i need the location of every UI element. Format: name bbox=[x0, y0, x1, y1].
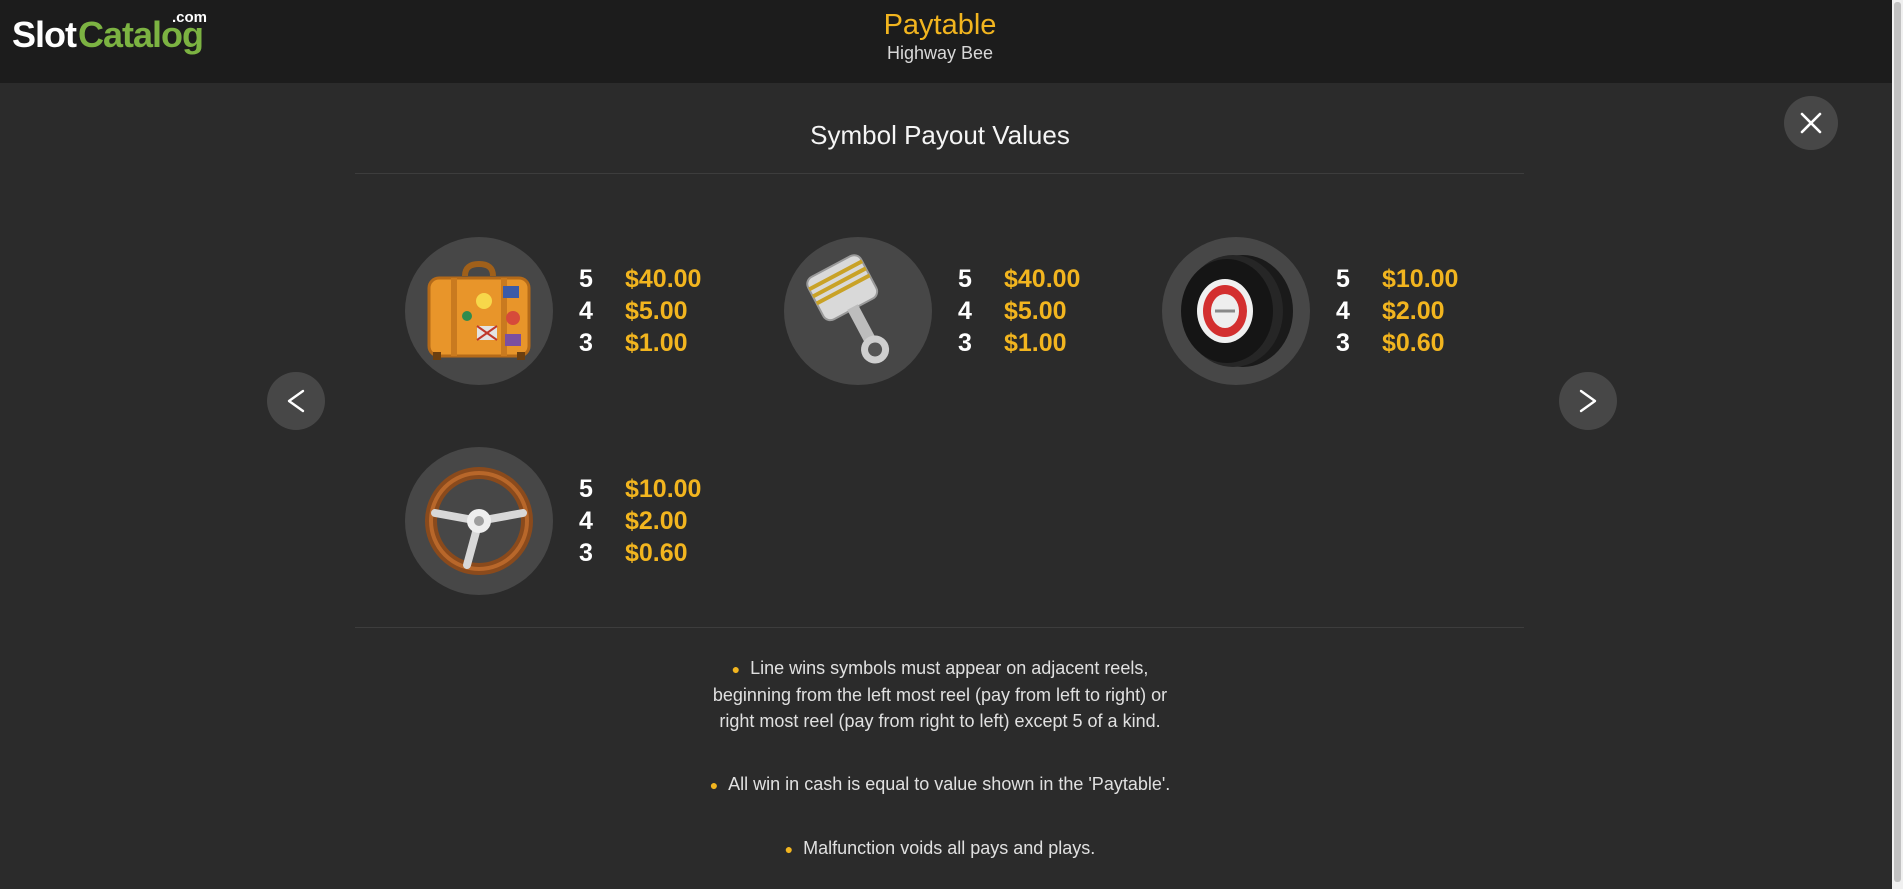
chevron-right-icon bbox=[1579, 389, 1597, 413]
pay-row: 5 $40.00 bbox=[958, 263, 1080, 295]
pay-row: 4 $5.00 bbox=[579, 295, 701, 327]
scrollbar-thumb[interactable] bbox=[1894, 2, 1901, 882]
symbol-suitcase-pays: 5 $40.00 4 $5.00 3 $1.00 bbox=[579, 263, 701, 359]
pay-row: 3 $0.60 bbox=[579, 537, 701, 569]
pay-count: 4 bbox=[579, 506, 593, 535]
scrollbar[interactable] bbox=[1892, 0, 1903, 889]
pay-value: $1.00 bbox=[625, 328, 688, 357]
pay-count: 4 bbox=[579, 296, 593, 325]
bullet-icon: ● bbox=[709, 777, 719, 793]
rules-list: ● Line wins symbols must appear on adjace… bbox=[0, 655, 1880, 889]
steering-wheel-icon bbox=[425, 467, 533, 575]
page-title: Paytable bbox=[883, 9, 997, 41]
pay-row: 5 $10.00 bbox=[579, 473, 701, 505]
rule-line: beginning from the left most reel (pay f… bbox=[712, 685, 1168, 705]
pay-count: 5 bbox=[579, 474, 593, 503]
suitcase-icon bbox=[427, 260, 531, 360]
pay-count: 3 bbox=[579, 538, 593, 567]
pay-value: $2.00 bbox=[1382, 296, 1445, 325]
pay-row: 3 $1.00 bbox=[958, 327, 1080, 359]
rule-item: ● Line wins symbols must appear on adjace… bbox=[0, 655, 1880, 734]
symbol-steering-wheel: 5 $10.00 4 $2.00 3 $0.60 bbox=[405, 447, 701, 595]
symbol-piston-image bbox=[784, 237, 932, 385]
pay-row: 4 $5.00 bbox=[958, 295, 1080, 327]
chevron-left-icon bbox=[287, 389, 305, 413]
pay-value: $10.00 bbox=[1382, 264, 1459, 293]
pay-count: 5 bbox=[958, 264, 972, 293]
symbol-suitcase-image bbox=[405, 237, 553, 385]
bottom-divider bbox=[355, 627, 1524, 628]
pay-row: 4 $2.00 bbox=[1336, 295, 1458, 327]
pay-count: 5 bbox=[1336, 264, 1350, 293]
pay-row: 3 $1.00 bbox=[579, 327, 701, 359]
symbol-piston: 5 $40.00 4 $5.00 3 $1.00 bbox=[784, 237, 1080, 385]
pay-count: 4 bbox=[958, 296, 972, 325]
pay-value: $1.00 bbox=[1004, 328, 1067, 357]
symbol-steering-wheel-pays: 5 $10.00 4 $2.00 3 $0.60 bbox=[579, 473, 701, 569]
pay-value: $0.60 bbox=[625, 538, 688, 567]
section-title: Symbol Payout Values bbox=[810, 120, 1070, 150]
top-bar: Slot Catalog .com Paytable Highway Bee bbox=[0, 0, 1892, 83]
pay-row: 4 $2.00 bbox=[579, 505, 701, 537]
symbol-piston-pays: 5 $40.00 4 $5.00 3 $1.00 bbox=[958, 263, 1080, 359]
bullet-icon: ● bbox=[731, 661, 741, 677]
game-name: Highway Bee bbox=[886, 43, 994, 63]
pay-count: 3 bbox=[1336, 328, 1350, 357]
rule-item: ● All win in cash is equal to value shown… bbox=[0, 771, 1880, 798]
pay-row: 5 $10.00 bbox=[1336, 263, 1458, 295]
top-divider bbox=[355, 173, 1524, 174]
pay-row: 3 $0.60 bbox=[1336, 327, 1458, 359]
next-page-button[interactable] bbox=[1559, 372, 1617, 430]
symbol-steering-wheel-image bbox=[405, 447, 553, 595]
pay-count: 5 bbox=[579, 264, 593, 293]
pay-value: $0.60 bbox=[1382, 328, 1445, 357]
rule-line: Malfunction voids all pays and plays. bbox=[803, 838, 1096, 858]
pay-row: 5 $40.00 bbox=[579, 263, 701, 295]
rule-item: ● Malfunction voids all pays and plays. bbox=[0, 835, 1880, 862]
bullet-icon: ● bbox=[784, 841, 794, 857]
pay-count: 3 bbox=[579, 328, 593, 357]
pay-count: 4 bbox=[1336, 296, 1350, 325]
pay-value: $40.00 bbox=[1004, 264, 1081, 293]
pay-value: $40.00 bbox=[625, 264, 702, 293]
pay-value: $2.00 bbox=[625, 506, 688, 535]
rule-line: right most reel (pay from right to left)… bbox=[719, 711, 1161, 731]
rule-line: Line wins symbols must appear on adjacen… bbox=[750, 658, 1149, 678]
pay-value: $10.00 bbox=[625, 474, 702, 503]
symbol-suitcase: 5 $40.00 4 $5.00 3 $1.00 bbox=[405, 237, 701, 385]
header-titles: Paytable Highway Bee bbox=[0, 8, 1880, 64]
tire-icon bbox=[1181, 255, 1293, 367]
piston-icon bbox=[806, 254, 890, 364]
pay-value: $5.00 bbox=[1004, 296, 1067, 325]
pay-value: $5.00 bbox=[625, 296, 688, 325]
symbol-tire-image bbox=[1162, 237, 1310, 385]
symbol-tire: 5 $10.00 4 $2.00 3 $0.60 bbox=[1162, 237, 1458, 385]
symbol-tire-pays: 5 $10.00 4 $2.00 3 $0.60 bbox=[1336, 263, 1458, 359]
pay-count: 3 bbox=[958, 328, 972, 357]
rule-line: All win in cash is equal to value shown … bbox=[728, 774, 1171, 794]
prev-page-button[interactable] bbox=[267, 372, 325, 430]
